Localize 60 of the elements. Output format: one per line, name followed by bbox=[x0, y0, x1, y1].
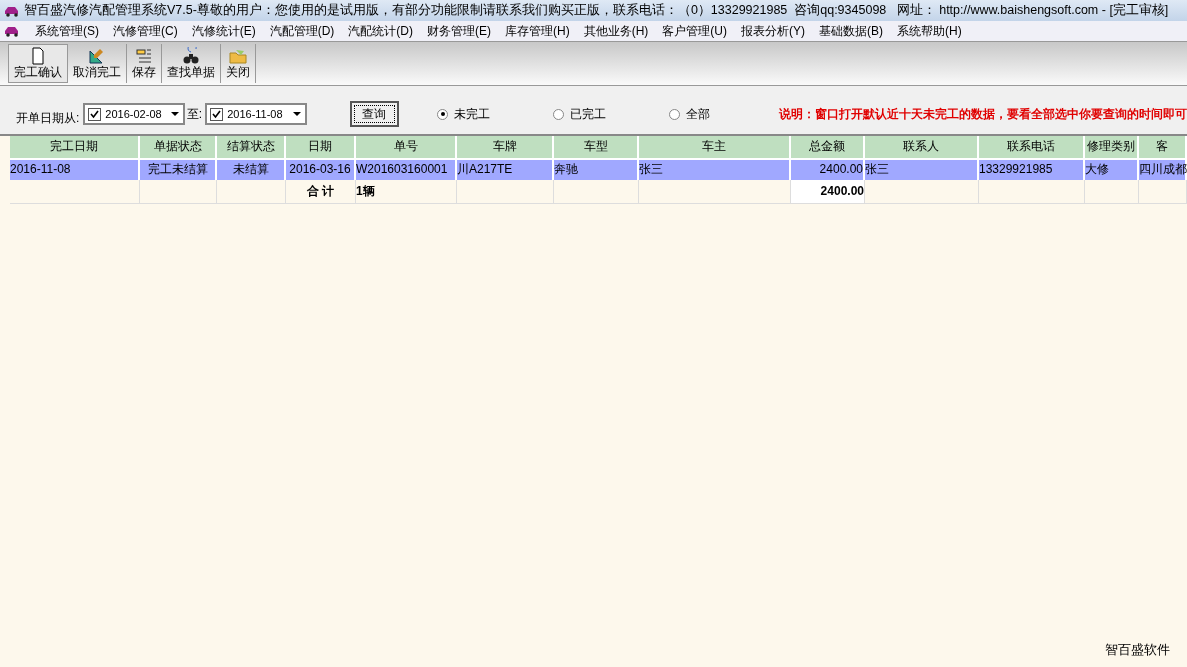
binoculars-icon bbox=[182, 47, 200, 65]
toolbar-button[interactable]: 完工确认 bbox=[8, 44, 68, 83]
note-text: 说明：窗口打开默认近十天未完工的数据，要看全部选中你要查询的时间即可 bbox=[779, 106, 1187, 123]
menu-item[interactable]: 汽修统计(E) bbox=[184, 22, 263, 40]
dropdown-arrow-icon bbox=[292, 112, 301, 116]
query-button[interactable]: 查询 bbox=[349, 101, 399, 127]
menu-item[interactable]: 基础数据(B) bbox=[812, 22, 891, 40]
check-icon bbox=[90, 109, 100, 119]
menu-item[interactable]: 财务管理(E) bbox=[420, 22, 498, 40]
radio-button[interactable] bbox=[437, 108, 448, 120]
check-icon bbox=[212, 109, 222, 119]
dropdown-arrow-icon bbox=[170, 112, 179, 116]
ruler-icon bbox=[88, 47, 106, 65]
menu-item[interactable]: 汽配管理(D) bbox=[262, 22, 342, 40]
date-picker[interactable]: 2016-11-08 bbox=[205, 103, 307, 125]
table-cell: 张三 bbox=[639, 160, 791, 180]
table-cell: 张三 bbox=[865, 160, 979, 180]
checkbox[interactable] bbox=[210, 107, 224, 121]
toolbar-button[interactable]: 查找单据 bbox=[162, 44, 221, 83]
date-label: 开单日期从: bbox=[16, 110, 80, 127]
menu-item[interactable]: 库存管理(H) bbox=[498, 22, 577, 40]
date-picker[interactable]: 2016-02-08 bbox=[83, 103, 185, 125]
table-cell: W201603160001 bbox=[356, 160, 457, 180]
toolbar-button[interactable]: 保存 bbox=[127, 44, 162, 83]
table-cell: 2016-11-08 bbox=[10, 160, 140, 180]
radio-label: 全部 bbox=[686, 106, 710, 123]
table-cell: 四川成都 bbox=[1139, 160, 1187, 180]
checkbox[interactable] bbox=[88, 107, 102, 121]
table-cell: 川A217TE bbox=[457, 160, 554, 180]
car-icon bbox=[4, 4, 20, 17]
total-count: 1辆 bbox=[356, 184, 375, 198]
car-icon bbox=[4, 25, 20, 37]
menu-item[interactable]: 系统帮助(H) bbox=[890, 22, 969, 40]
table-cell: 大修 bbox=[1085, 160, 1139, 180]
radio-button[interactable] bbox=[669, 108, 680, 120]
menu-item[interactable]: 汽配统计(D) bbox=[341, 22, 420, 40]
toolbar-button[interactable]: 关闭 bbox=[221, 44, 256, 83]
footer-text: 智百盛软件 bbox=[1105, 640, 1170, 659]
table-cell: 奔驰 bbox=[554, 160, 639, 180]
menu-item[interactable]: 报表分析(Y) bbox=[734, 22, 813, 40]
table-cell: 13329921985 bbox=[979, 160, 1085, 180]
table-cell: 完工未结算 bbox=[140, 160, 217, 180]
list-icon bbox=[135, 47, 153, 65]
radio-label: 已完工 bbox=[570, 106, 606, 123]
radio-button[interactable] bbox=[553, 108, 564, 120]
toolbar-button[interactable]: 取消完工 bbox=[68, 44, 127, 83]
folder-icon bbox=[229, 47, 247, 65]
table-cell: 2016-03-16 bbox=[286, 160, 356, 180]
table-row[interactable]: 2016-11-08 完工未结算 未结算 2016-03-16 W201603160001 川A217TE 奔驰 张三 2400.00 张三 13329921985 大修 四川成都 bbox=[10, 158, 1187, 180]
radio-label: 未完工 bbox=[454, 106, 490, 123]
menu-item[interactable]: 客户管理(U) bbox=[655, 22, 735, 40]
window-title: 智百盛汽修汽配管理系统V7.5-尊敬的用户：您使用的是试用版，有部分功能限制请联系我们购买正版，联系电话：（0）13329921985 咨询qq:9345098 网址： http://www.baishengsoft.com - [完工审核] bbox=[24, 2, 1169, 20]
table-cell: 未结算 bbox=[217, 160, 286, 180]
menu-item[interactable]: 其他业务(H) bbox=[576, 22, 656, 40]
menu-item[interactable]: 系统管理(S) bbox=[28, 22, 106, 40]
page-icon bbox=[29, 47, 47, 65]
menu-item[interactable]: 汽修管理(C) bbox=[106, 22, 185, 40]
total-amount: 2400.00 bbox=[820, 184, 864, 198]
to-label: 至: bbox=[186, 106, 203, 123]
total-label: 合 计 bbox=[305, 183, 336, 200]
